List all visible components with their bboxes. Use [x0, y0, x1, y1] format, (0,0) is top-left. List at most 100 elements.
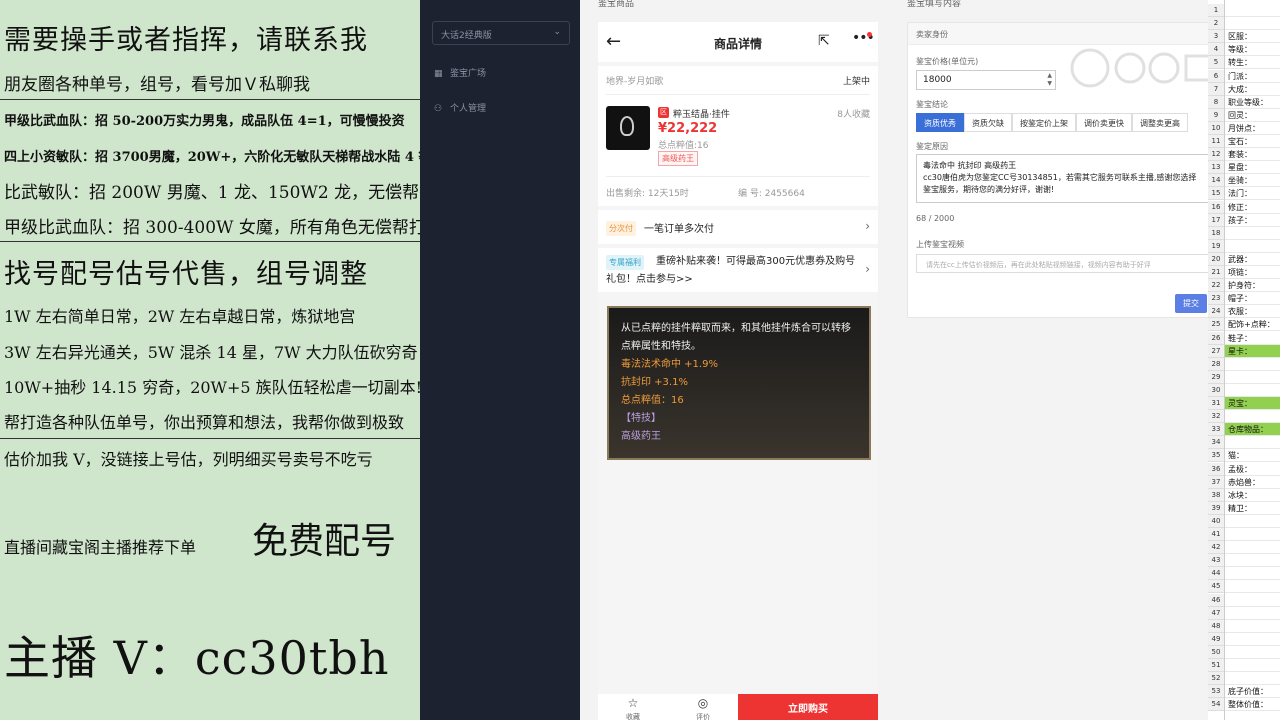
sheet-cell[interactable] — [1225, 528, 1280, 541]
row-number[interactable]: 54 — [1208, 698, 1224, 712]
sheet-cell[interactable] — [1225, 240, 1280, 253]
sheet-cell[interactable]: 孟极： — [1225, 463, 1280, 476]
submit-button[interactable]: 提交 — [1175, 294, 1207, 313]
sheet-cell[interactable]: 星盘： — [1225, 161, 1280, 175]
row-number[interactable]: 39 — [1208, 501, 1224, 515]
row-number[interactable]: 47 — [1208, 606, 1224, 620]
row-number[interactable]: 30 — [1208, 383, 1224, 397]
row-number[interactable]: 49 — [1208, 632, 1224, 646]
row-number[interactable]: 34 — [1208, 436, 1224, 450]
tab-conclusion[interactable]: 按鉴定价上架 — [1012, 113, 1076, 132]
sheet-cell[interactable]: 整体价值： — [1225, 698, 1280, 712]
row-number[interactable]: 50 — [1208, 645, 1224, 659]
row-number[interactable]: 29 — [1208, 370, 1224, 384]
row-number[interactable]: 11 — [1208, 135, 1224, 148]
sheet-cell[interactable]: 月饼点： — [1225, 122, 1280, 135]
row-number[interactable]: 27 — [1208, 344, 1224, 358]
sheet-cell[interactable]: 衣服： — [1225, 305, 1280, 319]
sheet-cell[interactable] — [1225, 620, 1280, 633]
sheet-cell[interactable] — [1225, 672, 1280, 686]
row-number[interactable]: 16 — [1208, 200, 1224, 214]
sheet-cell[interactable]: 精卫： — [1225, 502, 1280, 515]
row-number[interactable]: 44 — [1208, 567, 1224, 581]
row-number[interactable]: 52 — [1208, 672, 1224, 686]
sheet-cell[interactable]: 护身符： — [1225, 279, 1280, 293]
sheet-cell[interactable]: 宝石： — [1225, 135, 1280, 148]
row-number[interactable]: 25 — [1208, 318, 1224, 332]
sheet-cell[interactable]: 转生： — [1225, 56, 1280, 70]
row-number[interactable]: 22 — [1208, 279, 1224, 293]
reason-textarea[interactable]: 毒法命中 抗封印 高级药王 cc30唐伯虎为您鉴定CC号30134851，若需其… — [916, 154, 1211, 203]
row-number[interactable]: 4 — [1208, 43, 1224, 57]
sheet-cell[interactable]: 仓库物品： — [1225, 423, 1280, 437]
row-number[interactable]: 26 — [1208, 331, 1224, 345]
sheet-cell[interactable]: 冰块： — [1225, 489, 1280, 502]
row-number[interactable]: 51 — [1208, 659, 1224, 672]
tab-conclusion[interactable]: 调价卖更快 — [1076, 113, 1132, 132]
sheet-cell[interactable] — [1225, 659, 1280, 672]
sheet-cell[interactable]: 猫： — [1225, 449, 1280, 463]
sheet-cell[interactable]: 修正： — [1225, 201, 1280, 214]
row-number[interactable]: 23 — [1208, 292, 1224, 306]
sheet-cell[interactable]: 鞋子： — [1225, 332, 1280, 345]
row-number[interactable]: 8 — [1208, 95, 1224, 109]
row-number[interactable]: 17 — [1208, 213, 1224, 227]
buy-now-button[interactable]: 立即购买 — [738, 694, 878, 720]
sheet-cell[interactable]: 配饰+点粹： — [1225, 318, 1280, 332]
row-number[interactable]: 42 — [1208, 541, 1224, 555]
row-number[interactable]: 28 — [1208, 357, 1224, 371]
sidebar-item-personal[interactable]: ⚇ 个人管理 — [434, 101, 486, 114]
share-icon[interactable]: ⇱ — [818, 33, 830, 49]
row-number[interactable]: 35 — [1208, 449, 1224, 463]
row-number[interactable]: 31 — [1208, 397, 1224, 410]
sheet-cell[interactable]: 帽子： — [1225, 292, 1280, 306]
row-number[interactable]: 40 — [1208, 514, 1224, 528]
row-number[interactable]: 53 — [1208, 685, 1224, 699]
row-number[interactable]: 37 — [1208, 475, 1224, 489]
game-version-select[interactable]: 大话2经典版 ⌄ — [432, 21, 570, 45]
comment-icon[interactable]: ◎ — [673, 696, 733, 710]
sheet-cell[interactable] — [1225, 541, 1280, 555]
sheet-cell[interactable]: 星卡： — [1225, 344, 1280, 358]
row-number[interactable]: 33 — [1208, 423, 1224, 437]
star-icon[interactable]: ☆ — [603, 696, 663, 710]
row-number[interactable]: 20 — [1208, 252, 1224, 266]
row-number[interactable]: 36 — [1208, 462, 1224, 476]
item-thumbnail[interactable] — [606, 106, 650, 150]
sheet-cell[interactable] — [1225, 410, 1280, 424]
row-number[interactable]: 6 — [1208, 69, 1224, 83]
row-number[interactable]: 46 — [1208, 593, 1224, 607]
sheet-cell[interactable] — [1225, 384, 1280, 397]
promo-row[interactable]: 专属福利 重磅补贴来袭！可得最高300元优惠券及购号礼包！点击参与>> › — [598, 248, 878, 292]
sheet-cell[interactable]: 法门： — [1225, 187, 1280, 201]
sheet-cell[interactable]: 灵宝： — [1225, 397, 1280, 410]
sheet-cell[interactable]: 门派： — [1225, 70, 1280, 83]
row-number[interactable]: 9 — [1208, 108, 1224, 122]
sheet-cell[interactable] — [1225, 633, 1280, 646]
sheet-cell[interactable] — [1225, 567, 1280, 581]
sheet-cell[interactable] — [1225, 436, 1280, 450]
sheet-cell[interactable]: 大成： — [1225, 83, 1280, 96]
sheet-cell[interactable]: 套装： — [1225, 148, 1280, 162]
video-link-input[interactable]: 请先在cc上传估价视频后，再在此处粘贴视频链接，视频内容有助于好评 — [916, 254, 1211, 273]
row-number[interactable]: 19 — [1208, 239, 1224, 253]
sheet-cell[interactable] — [1225, 580, 1280, 594]
sheet-cell[interactable] — [1225, 607, 1280, 620]
sheet-cell[interactable] — [1225, 515, 1280, 528]
sheet-cell[interactable]: 等级： — [1225, 43, 1280, 57]
row-number[interactable]: 18 — [1208, 226, 1224, 240]
sheet-cell[interactable] — [1225, 594, 1280, 607]
tab-conclusion[interactable]: 调整卖更高 — [1132, 113, 1188, 132]
row-number[interactable]: 3 — [1208, 30, 1224, 44]
row-number[interactable]: 45 — [1208, 580, 1224, 594]
tab-conclusion[interactable]: 资质优秀 — [916, 113, 964, 132]
sidebar-item-square[interactable]: ▦ 鉴宝广场 — [434, 66, 486, 79]
sheet-cell[interactable] — [1225, 358, 1280, 371]
sheet-cell[interactable] — [1225, 227, 1280, 240]
row-number[interactable]: 21 — [1208, 266, 1224, 279]
row-number[interactable]: 1 — [1208, 4, 1224, 17]
row-number[interactable]: 5 — [1208, 56, 1224, 70]
price-input[interactable]: 18000 ▲ ▼ — [916, 70, 1056, 90]
row-number[interactable]: 32 — [1208, 410, 1224, 424]
stepper-icon[interactable]: ▲ ▼ — [1047, 72, 1052, 88]
